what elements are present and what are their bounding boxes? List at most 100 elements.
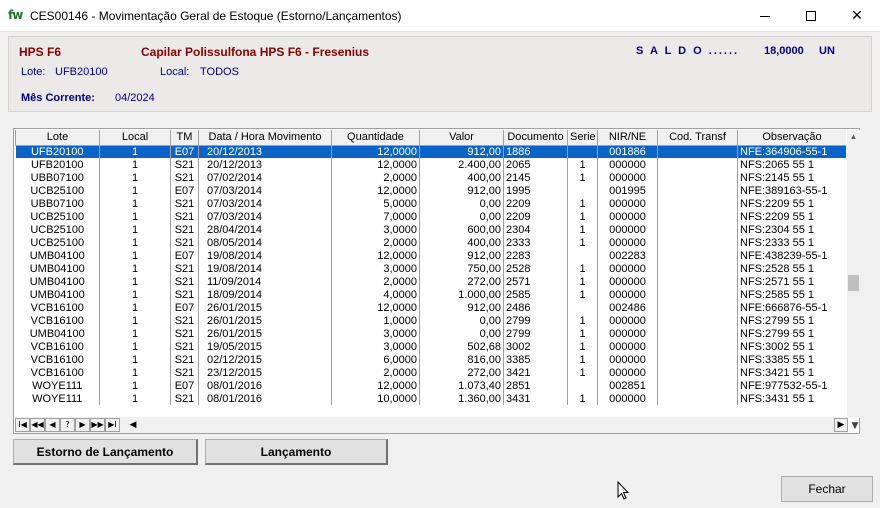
- cell-cod-transf[interactable]: [657, 275, 738, 288]
- cell-data-hora[interactable]: 20/12/2013: [198, 145, 332, 158]
- cell-nir-ne[interactable]: 000000: [597, 275, 658, 288]
- cell-nir-ne[interactable]: 000000: [597, 353, 658, 366]
- cell-documento[interactable]: 1995: [503, 184, 568, 197]
- cell-valor[interactable]: 912,00: [419, 145, 504, 158]
- cell-lote[interactable]: WOYE111: [15, 392, 100, 405]
- cell-serie[interactable]: 1: [567, 366, 598, 379]
- cell-valor[interactable]: 0,00: [419, 210, 504, 223]
- cell-nir-ne[interactable]: 000000: [597, 171, 658, 184]
- scroll-right-icon[interactable]: ▶: [834, 418, 848, 432]
- cell-nir-ne[interactable]: 002283: [597, 249, 658, 262]
- cell-valor[interactable]: 816,00: [419, 353, 504, 366]
- cell-valor[interactable]: 1.000,00: [419, 288, 504, 301]
- cell-data-hora[interactable]: 08/01/2016: [198, 379, 332, 392]
- cell-quantidade[interactable]: 12,0000: [331, 145, 420, 158]
- cell-serie[interactable]: 1: [567, 327, 598, 340]
- col-header-data-hora[interactable]: Data / Hora Movimento: [198, 130, 332, 146]
- cell-quantidade[interactable]: 3,0000: [331, 223, 420, 236]
- cell-documento[interactable]: 2065: [503, 158, 568, 171]
- cell-observacao[interactable]: NFS:3431 55 1: [737, 392, 846, 405]
- cell-tm[interactable]: S21: [170, 392, 199, 405]
- cell-valor[interactable]: 272,00: [419, 275, 504, 288]
- cell-quantidade[interactable]: 12,0000: [331, 301, 420, 314]
- cell-cod-transf[interactable]: [657, 184, 738, 197]
- cell-data-hora[interactable]: 20/12/2013: [198, 158, 332, 171]
- nav-prev-page-button[interactable]: ◀◀: [30, 418, 45, 432]
- cell-data-hora[interactable]: 26/01/2015: [198, 327, 332, 340]
- cell-quantidade[interactable]: 2,0000: [331, 275, 420, 288]
- cell-tm[interactable]: E07: [170, 184, 199, 197]
- cell-quantidade[interactable]: 12,0000: [331, 249, 420, 262]
- cell-nir-ne[interactable]: 000000: [597, 210, 658, 223]
- cell-documento[interactable]: 3002: [503, 340, 568, 353]
- cell-lote[interactable]: VCB16100: [15, 340, 100, 353]
- cell-lote[interactable]: UCB25100: [15, 184, 100, 197]
- cell-observacao[interactable]: NFS:2209 55 1: [737, 210, 846, 223]
- col-header-lote[interactable]: Lote: [15, 130, 100, 146]
- cell-observacao[interactable]: NFE:364906-55-1: [737, 145, 846, 158]
- cell-lote[interactable]: UBB07100: [15, 197, 100, 210]
- cell-tm[interactable]: S21: [170, 327, 199, 340]
- col-header-cod-transf[interactable]: Cod. Transf: [657, 130, 738, 146]
- cell-serie[interactable]: [567, 301, 598, 314]
- cell-nir-ne[interactable]: 000000: [597, 340, 658, 353]
- col-header-documento[interactable]: Documento: [503, 130, 568, 146]
- cell-tm[interactable]: S21: [170, 158, 199, 171]
- cell-quantidade[interactable]: 3,0000: [331, 327, 420, 340]
- cell-valor[interactable]: 1.073,40: [419, 379, 504, 392]
- cell-lote[interactable]: VCB16100: [15, 301, 100, 314]
- scroll-left-icon[interactable]: ◀: [126, 418, 140, 432]
- cell-valor[interactable]: 0,00: [419, 327, 504, 340]
- cell-quantidade[interactable]: 3,0000: [331, 262, 420, 275]
- cell-tm[interactable]: S21: [170, 171, 199, 184]
- cell-serie[interactable]: 1: [567, 340, 598, 353]
- cell-cod-transf[interactable]: [657, 145, 738, 158]
- cell-documento[interactable]: 2209: [503, 197, 568, 210]
- cell-data-hora[interactable]: 07/03/2014: [198, 210, 332, 223]
- table-row[interactable]: UFB20100 1 S21 20/12/2013 12,0000 2.400,00 206…: [15, 158, 846, 171]
- cell-data-hora[interactable]: 19/08/2014: [198, 249, 332, 262]
- cell-serie[interactable]: [567, 379, 598, 392]
- cell-data-hora[interactable]: 23/12/2015: [198, 366, 332, 379]
- col-header-serie[interactable]: Serie: [567, 130, 598, 146]
- cell-documento[interactable]: 2486: [503, 301, 568, 314]
- cell-cod-transf[interactable]: [657, 314, 738, 327]
- cell-local[interactable]: 1: [99, 288, 171, 301]
- vertical-scroll-thumb[interactable]: [848, 275, 859, 291]
- cell-observacao[interactable]: NFE:438239-55-1: [737, 249, 846, 262]
- cell-local[interactable]: 1: [99, 392, 171, 405]
- cell-quantidade[interactable]: 2,0000: [331, 171, 420, 184]
- vertical-scrollbar[interactable]: ▲: [847, 130, 860, 418]
- cell-nir-ne[interactable]: 000000: [597, 314, 658, 327]
- cell-cod-transf[interactable]: [657, 262, 738, 275]
- cell-nir-ne[interactable]: 001886: [597, 145, 658, 158]
- cell-observacao[interactable]: NFS:2209 55 1: [737, 197, 846, 210]
- cell-serie[interactable]: [567, 184, 598, 197]
- cell-serie[interactable]: 1: [567, 197, 598, 210]
- cell-quantidade[interactable]: 6,0000: [331, 353, 420, 366]
- table-row[interactable]: UBB07100 1 S21 07/02/2014 2,0000 400,00 2145 1 0…: [15, 171, 846, 184]
- cell-local[interactable]: 1: [99, 353, 171, 366]
- cell-quantidade[interactable]: 2,0000: [331, 236, 420, 249]
- cell-valor[interactable]: 1.360,00: [419, 392, 504, 405]
- cell-quantidade[interactable]: 12,0000: [331, 158, 420, 171]
- cell-local[interactable]: 1: [99, 171, 171, 184]
- nav-next-page-button[interactable]: ▶▶: [90, 418, 105, 432]
- cell-nir-ne[interactable]: 000000: [597, 236, 658, 249]
- cell-local[interactable]: 1: [99, 236, 171, 249]
- cell-quantidade[interactable]: 3,0000: [331, 340, 420, 353]
- col-header-local[interactable]: Local: [99, 130, 171, 146]
- cell-quantidade[interactable]: 12,0000: [331, 379, 420, 392]
- cell-local[interactable]: 1: [99, 379, 171, 392]
- cell-local[interactable]: 1: [99, 223, 171, 236]
- cell-serie[interactable]: 1: [567, 210, 598, 223]
- table-row[interactable]: VCB16100 1 S21 23/12/2015 2,0000 272,00 3421 1 0…: [15, 366, 846, 379]
- estorno-button[interactable]: Estorno de Lançamento: [13, 439, 198, 465]
- cell-nir-ne[interactable]: 000000: [597, 223, 658, 236]
- cell-lote[interactable]: UMB04100: [15, 288, 100, 301]
- movements-grid[interactable]: Lote Local TM Data / Hora Movimento Quan…: [13, 128, 860, 434]
- cell-cod-transf[interactable]: [657, 223, 738, 236]
- cell-cod-transf[interactable]: [657, 236, 738, 249]
- maximize-button[interactable]: [788, 0, 834, 32]
- cell-observacao[interactable]: NFS:2585 55 1: [737, 288, 846, 301]
